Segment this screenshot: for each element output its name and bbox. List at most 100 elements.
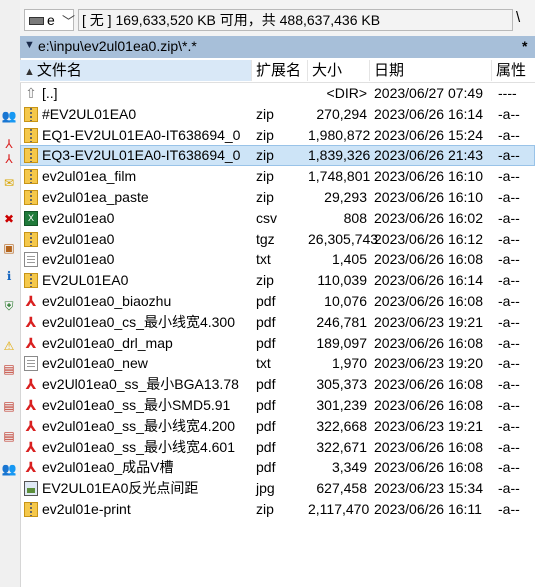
zip-icon [24,273,38,288]
current-path: e:\inpu\ev2ul01ea0.zip\*.* [38,38,197,54]
document-icon[interactable]: ▤ [1,361,17,377]
left-toolbar: 👥 ⅄ ⅄ ✉ ✖ ▣ ℹ ⛨ ⚠ ▤ ▤ ▤ 👥 [0,0,21,587]
pdf-icon: ⅄ [25,335,37,351]
file-row[interactable]: ⅄ ev2ul01ea0_ss_最小线宽4.200 pdf 322,668 2023/0… [20,416,535,437]
file-row[interactable]: ⅄ ev2ul01ea0_biaozhu pdf 10,076 2023/06/26 1… [20,291,535,312]
file-row[interactable]: ⇧ [..] <DIR> 2023/06/27 07:49 ---- [20,83,535,104]
file-row[interactable]: EV2UL01EA0 zip 110,039 2023/06/26 16:14 -a-- [20,270,535,291]
file-name: ev2ul01ea0_成品V槽 [42,459,174,475]
document-icon[interactable]: ▤ [1,428,17,444]
info-icon[interactable]: ℹ [1,268,17,284]
zip-icon [24,128,38,143]
file-date: 2023/06/23 19:21 [374,418,483,434]
file-size: 110,039 [317,272,367,288]
file-ext: txt [256,251,271,267]
mail-icon[interactable]: ✉ [1,175,17,191]
file-date: 2023/06/26 16:10 [374,189,483,205]
file-size: 305,373 [316,376,367,392]
shield-icon[interactable]: ⛨ [1,298,17,314]
file-row[interactable]: ev2ul01ea0 txt 1,405 2023/06/26 16:08 -a-- [20,249,535,270]
zip-icon [24,169,38,184]
file-name: ev2ul01ea0 [42,210,115,226]
column-header-name[interactable]: ▲ 文件名 [20,60,252,81]
file-row[interactable]: ev2ul01ea0 tgz 26,305,743 2023/06/26 16:12-… [20,229,535,250]
zip-icon [24,107,38,122]
file-attr: -a-- [498,147,520,163]
file-name: ev2Ul01ea0_ss_最小BGA13.78 [42,376,239,392]
file-date: 2023/06/26 15:24 [374,127,483,143]
root-dir-button[interactable]: \ [516,9,520,26]
document-icon[interactable]: ▤ [1,398,17,414]
file-size: 1,980,872 [308,127,371,143]
file-row[interactable]: ⅄ ev2ul01ea0_drl_map pdf 189,097 2023/06/26 … [20,333,535,354]
image-icon[interactable]: ▣ [1,240,17,256]
file-date: 2023/06/23 19:21 [374,314,483,330]
file-name: ev2ul01ea_paste [42,189,149,205]
file-attr: -a-- [498,168,520,184]
file-name: EV2UL01EA0 [42,272,129,288]
file-size: 322,671 [316,439,367,455]
zip-icon [24,148,38,163]
txt-icon [24,356,38,371]
file-name: ev2ul01ea0_drl_map [42,335,173,351]
pdf-icon: ⅄ [25,293,37,309]
file-row[interactable]: ev2ul01ea_film zip 1,748,801 2023/06/26 16:… [20,166,535,187]
warning-icon[interactable]: ⚠ [1,338,17,354]
file-name: ev2ul01ea0 [42,251,115,267]
delete-icon[interactable]: ✖ [1,211,17,227]
history-dropdown-icon[interactable]: ▼ [24,39,35,51]
up-folder-icon: ⇧ [25,85,37,101]
file-row[interactable]: EQ3-EV2UL01EA0-IT638694_0 zip 1,839,326 202… [20,145,535,166]
pdf-icon: ⅄ [25,397,37,413]
column-header-date[interactable]: 日期 [370,60,492,81]
file-attr: -a-- [498,251,520,267]
file-ext: zip [256,127,274,143]
file-date: 2023/06/23 15:34 [374,480,483,496]
filter-indicator[interactable]: * [522,38,527,54]
file-name: ev2ul01ea0_cs_最小线宽4.300 [42,314,236,330]
column-header-size[interactable]: 大小 [308,60,370,81]
file-row[interactable]: ev2ul01ea_paste zip 29,293 2023/06/26 16:10… [20,187,535,208]
file-row[interactable]: ev2ul01e-print zip 2,117,470 2023/06/26 16:… [20,499,535,520]
pdf-icon[interactable]: ⅄ [1,151,17,167]
file-ext: pdf [256,459,276,475]
file-name: EV2UL01EA0反光点间距 [42,480,199,496]
file-ext: csv [256,210,277,226]
users-icon[interactable]: 👥 [1,108,17,124]
column-header-attr[interactable]: 属性 [492,60,535,81]
sort-up-icon: ▲ [24,66,35,78]
column-header-ext[interactable]: 扩展名 [252,60,308,81]
file-row[interactable]: ev2ul01ea0_new txt 1,970 2023/06/23 19:20 -a… [20,353,535,374]
file-row[interactable]: #EV2UL01EA0 zip 270,294 2023/06/26 16:14 -a-… [20,104,535,125]
file-ext: zip [256,147,274,163]
file-date: 2023/06/26 16:08 [374,251,483,267]
users-icon[interactable]: 👥 [1,461,17,477]
file-size: 1,405 [331,251,367,267]
file-ext: jpg [256,480,275,496]
file-ext: zip [256,272,274,288]
file-row[interactable]: ⅄ ev2ul01ea0_成品V槽 pdf 3,349 2023/06/26 16:08… [20,457,535,478]
file-date: 2023/06/26 16:14 [374,272,483,288]
pdf-icon[interactable]: ⅄ [1,136,17,152]
file-row[interactable]: ⅄ ev2ul01ea0_cs_最小线宽4.300 pdf 246,781 2023/0… [20,312,535,333]
file-date: 2023/06/26 16:11 [374,501,482,517]
file-size: 627,458 [316,480,367,496]
file-attr: -a-- [498,210,520,226]
file-name: ev2ul01ea0_ss_最小线宽4.601 [42,439,236,455]
file-ext: tgz [256,231,275,247]
drive-icon [29,17,44,25]
file-row[interactable]: Xev2ul01ea0 csv 808 2023/06/26 16:02 -a-- [20,208,535,229]
drive-select-dropdown[interactable]: e ﹀ [24,9,75,31]
file-row[interactable]: ⅄ ev2Ul01ea0_ss_最小BGA13.78 pdf 305,373 2023/… [20,374,535,395]
file-row[interactable]: ⅄ ev2ul01ea0_ss_最小线宽4.601 pdf 322,671 2023/0… [20,437,535,458]
file-row[interactable]: EV2UL01EA0反光点间距 jpg 627,458 2023/06/23 15:3… [20,478,535,499]
file-attr: -a-- [498,106,520,122]
file-row[interactable]: EQ1-EV2UL01EA0-IT638694_0 zip 1,980,872 202… [20,125,535,146]
file-date: 2023/06/27 07:49 [374,85,483,101]
file-size: 10,076 [324,293,367,309]
file-name: ev2ul01ea0_biaozhu [42,293,172,309]
file-row[interactable]: ⅄ ev2ul01ea0_ss_最小SMD5.91 pdf 301,239 2023/0… [20,395,535,416]
file-date: 2023/06/26 16:08 [374,335,483,351]
file-ext: pdf [256,418,276,434]
path-bar[interactable]: ▼ e:\inpu\ev2ul01ea0.zip\*.* * [20,36,535,58]
